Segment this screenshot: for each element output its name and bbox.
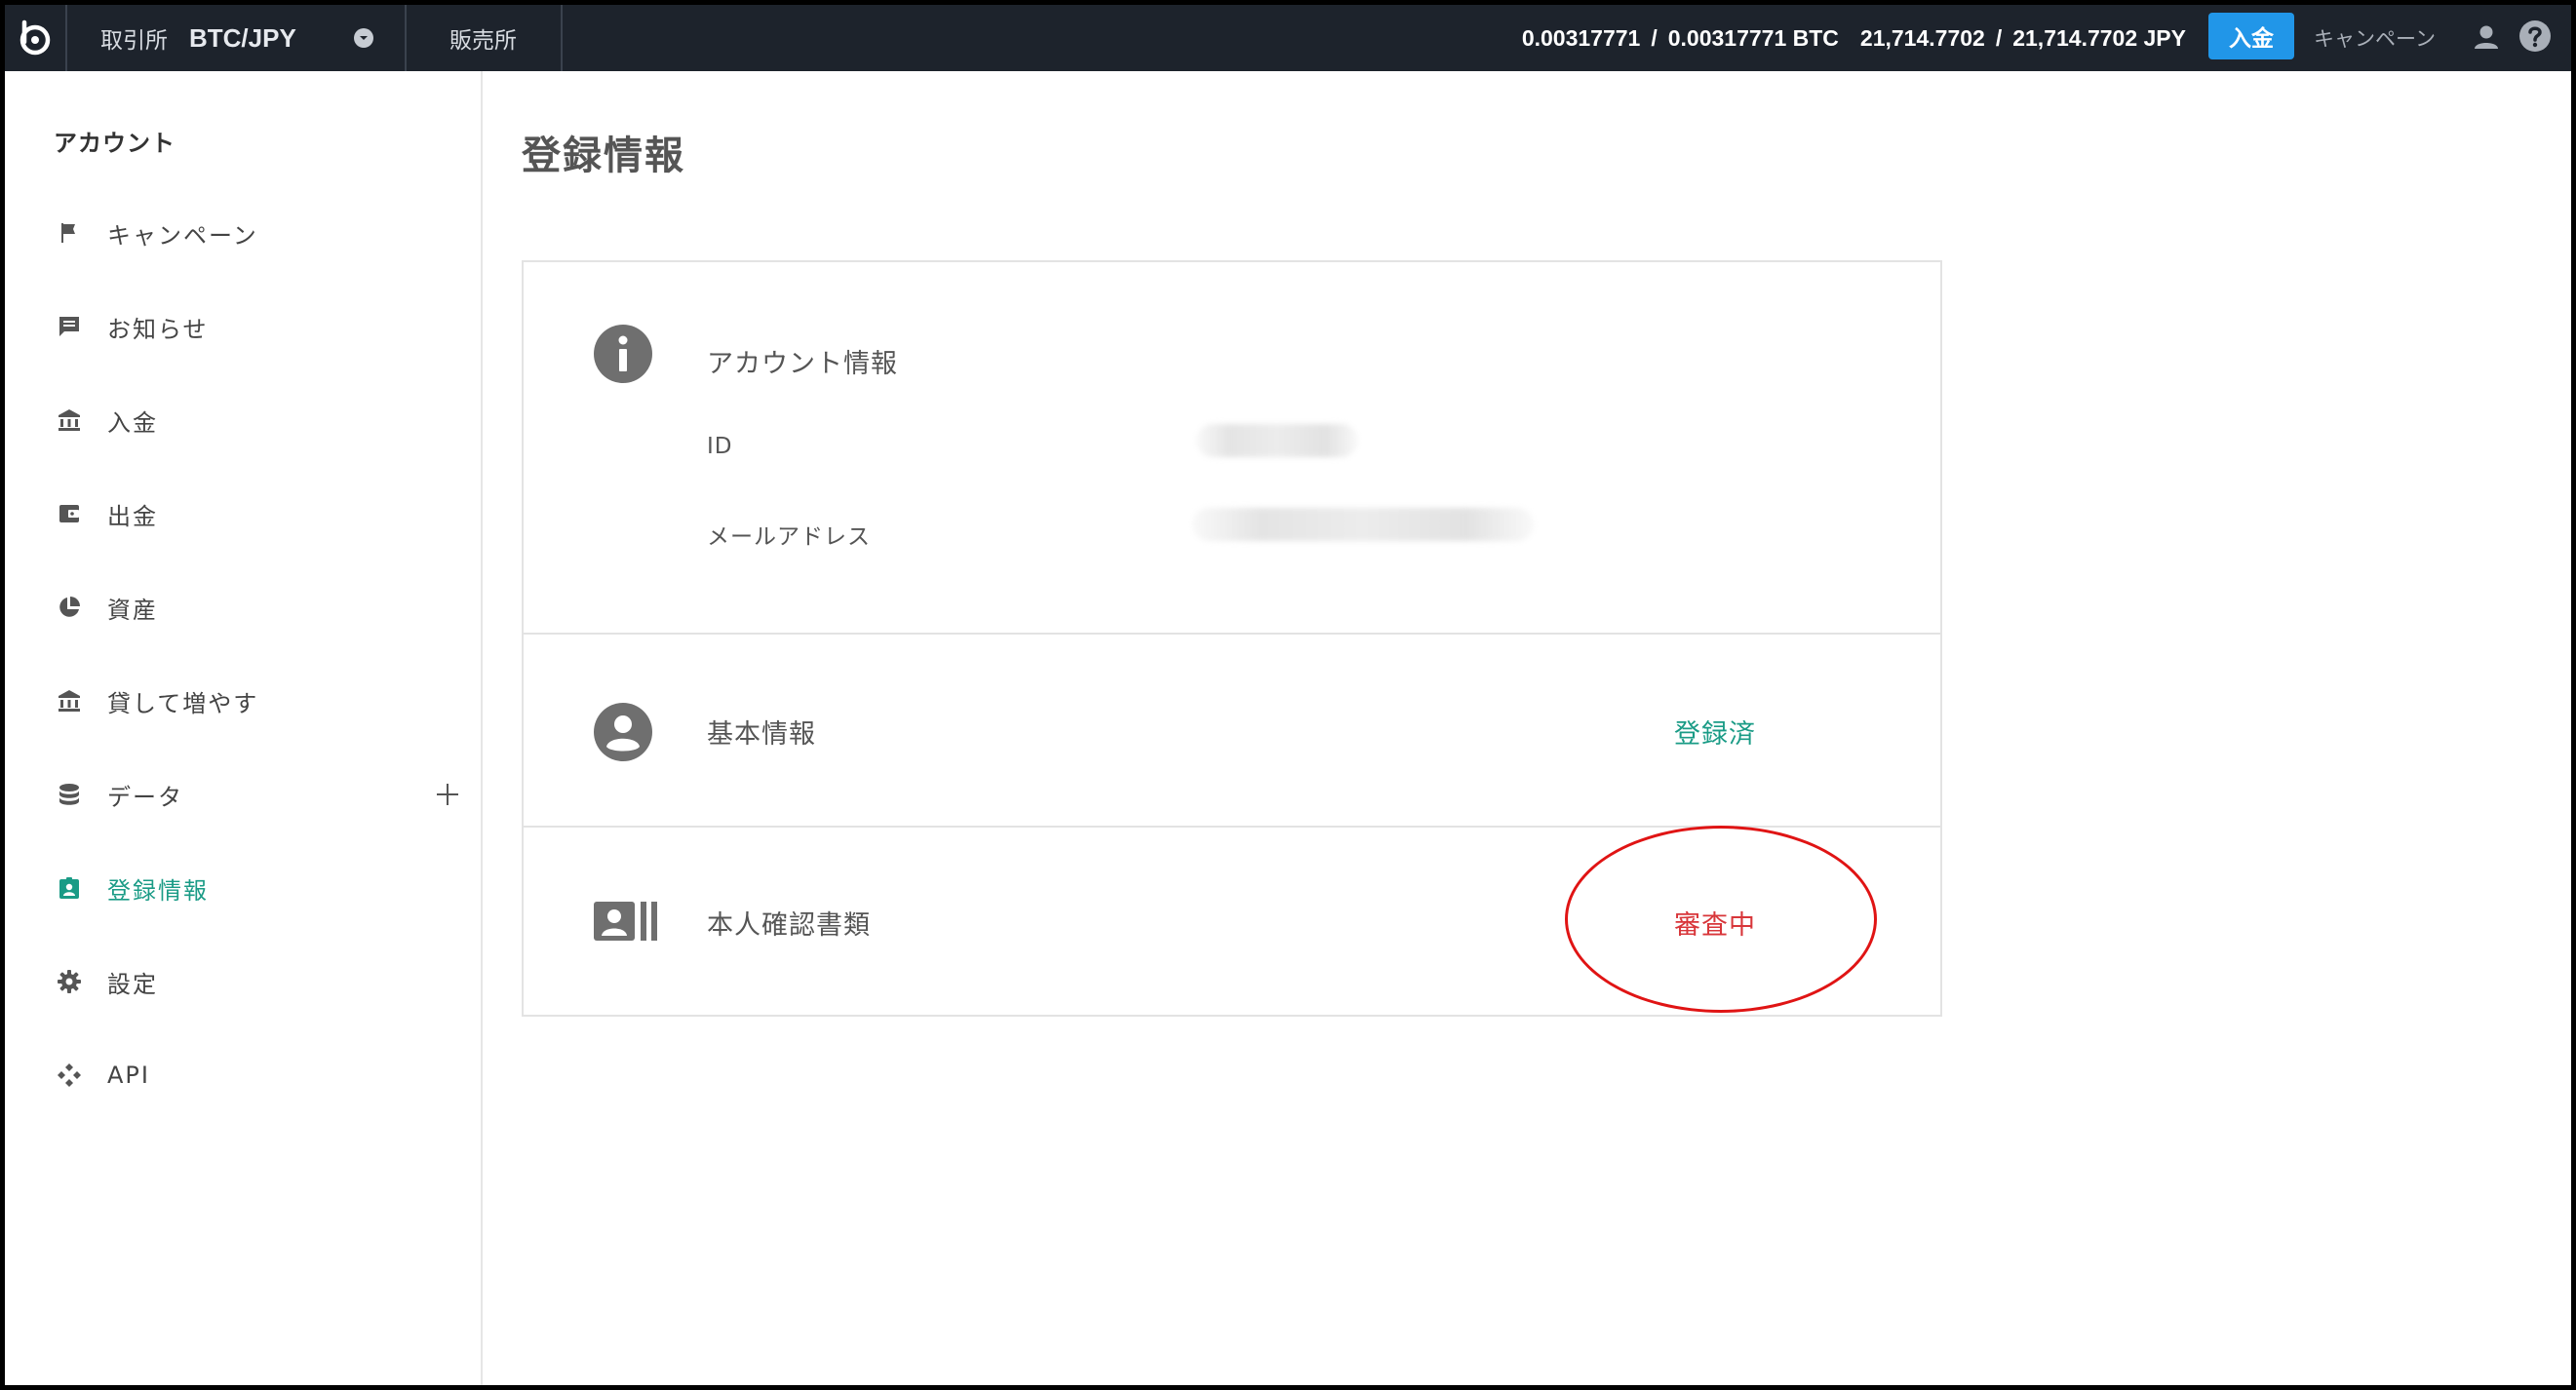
sidebar-item-notices[interactable]: お知らせ	[54, 307, 463, 346]
id-badge-icon	[54, 872, 85, 904]
bank-icon	[54, 405, 85, 436]
sidebar-item-label: キャンペーン	[107, 221, 258, 250]
sidebar-item-label: 入金	[107, 408, 158, 437]
app-window: 取引所 BTC/JPY 販売所 0.00317771 / 0.00317771 …	[5, 5, 2571, 1385]
bank-icon	[54, 685, 85, 716]
sidebar-item-lending[interactable]: 貸して増やす	[54, 681, 463, 720]
user-icon[interactable]	[2472, 22, 2501, 52]
jpy-available: 21,714.7702	[1859, 24, 1985, 51]
jpy-total: 21,714.7702 JPY	[2012, 24, 2186, 51]
annotation-circle	[1565, 826, 1877, 1013]
sidebar-item-label: 貸して増やす	[107, 689, 259, 717]
sidebar-item-api[interactable]: API	[54, 1056, 463, 1095]
top-navigation-bar: 取引所 BTC/JPY 販売所 0.00317771 / 0.00317771 …	[5, 5, 2571, 71]
account-info-title: アカウント情報	[707, 349, 898, 379]
deposit-button[interactable]: 入金	[2208, 13, 2294, 59]
sidebar-item-label: お知らせ	[107, 315, 209, 343]
btc-total: 0.00317771 BTC	[1667, 24, 1839, 51]
sidebar-item-deposit[interactable]: 入金	[54, 401, 463, 440]
sidebar-title: アカウント	[54, 130, 176, 157]
basic-info-status: 登録済	[1674, 719, 1756, 750]
balance-separator: /	[1651, 24, 1658, 51]
sidebar-item-label: 設定	[107, 970, 158, 998]
sidebar-item-label: 出金	[107, 502, 158, 530]
nav-exchange[interactable]: 取引所 BTC/JPY	[69, 5, 407, 71]
chevron-down-icon[interactable]	[354, 28, 373, 48]
sidebar-item-campaign[interactable]: キャンペーン	[54, 213, 463, 252]
sidebar-item-label: データ	[107, 783, 183, 811]
page-title: 登録情報	[522, 134, 685, 178]
account-info-section: アカウント情報 ID メールアドレス	[524, 262, 1940, 635]
plus-icon[interactable]	[432, 779, 463, 810]
database-icon	[54, 779, 85, 810]
btc-available: 0.00317771	[1521, 24, 1641, 51]
nav-hanbaisho-label: 販売所	[449, 28, 517, 54]
basic-info-title: 基本情報	[707, 719, 816, 750]
basic-info-section[interactable]: 基本情報 登録済	[524, 635, 1940, 828]
sidebar-item-registration[interactable]: 登録情報	[54, 869, 463, 907]
logo[interactable]	[5, 5, 67, 71]
sidebar-item-settings[interactable]: 設定	[54, 962, 463, 1001]
gear-icon	[54, 966, 85, 997]
sidebar-item-label: 登録情報	[107, 876, 209, 905]
message-icon	[54, 311, 85, 342]
sidebar-item-assets[interactable]: 資産	[54, 588, 463, 627]
id-value-redacted	[1196, 424, 1358, 457]
campaign-link[interactable]: キャンペーン	[2314, 5, 2436, 71]
id-card-icon	[594, 902, 657, 941]
sidebar-item-withdraw[interactable]: 出金	[54, 494, 463, 533]
bitbank-logo-icon	[20, 19, 51, 56]
sidebar-item-label: API	[107, 1062, 150, 1089]
help-icon[interactable]	[2518, 19, 2552, 53]
wallet-icon	[54, 498, 85, 529]
sidebar-item-data[interactable]: データ	[54, 775, 463, 814]
identity-documents-title: 本人確認書類	[707, 910, 871, 941]
identity-documents-section[interactable]: 本人確認書類 審査中	[524, 826, 1940, 1017]
api-icon	[54, 1060, 85, 1091]
registration-card: アカウント情報 ID メールアドレス 基本情報 登録済 本人確認書類 審査中	[522, 260, 1942, 1017]
sidebar-item-label: 資産	[107, 596, 158, 624]
id-label: ID	[707, 434, 733, 459]
pie-chart-icon	[54, 592, 85, 623]
email-value-redacted	[1192, 508, 1534, 541]
email-label: メールアドレス	[707, 524, 871, 550]
flag-icon	[54, 217, 85, 249]
info-icon	[594, 325, 652, 383]
sidebar: アカウント キャンペーン お知らせ 入金 出金 資産 貸して増やす データ 登録…	[5, 71, 483, 1385]
balance-separator: /	[1995, 24, 2003, 51]
currency-pair: BTC/JPY	[189, 22, 296, 53]
balance-summary: 0.00317771 / 0.00317771 BTC 21,714.7702 …	[1522, 5, 2186, 71]
nav-hanbaisho[interactable]: 販売所	[407, 5, 563, 71]
nav-exchange-label: 取引所	[100, 28, 168, 54]
account-circle-icon	[594, 703, 652, 761]
